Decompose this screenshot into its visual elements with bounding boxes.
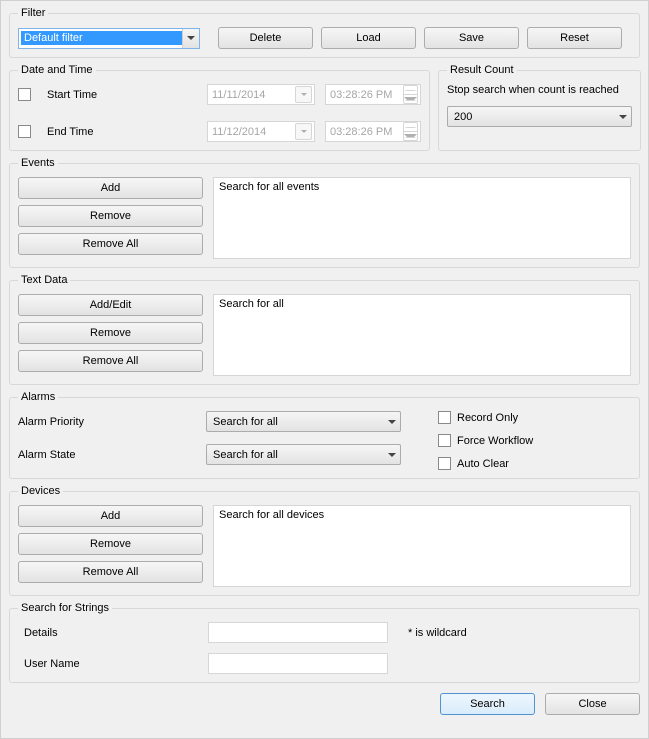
record-only-checkbox[interactable] — [438, 411, 451, 424]
end-time-field: 03:28:26 PM — [325, 121, 421, 142]
alarm-priority-value: Search for all — [213, 416, 278, 428]
record-only-label: Record Only — [457, 412, 518, 424]
datetime-group: Date and Time Start Time 11/11/2014 03:2… — [9, 64, 430, 151]
events-list[interactable]: Search for all events — [213, 177, 631, 259]
start-date-value: 11/11/2014 — [212, 89, 265, 101]
auto-clear-checkbox[interactable] — [438, 457, 451, 470]
footer: Search Close — [9, 689, 640, 715]
end-date-field: 11/12/2014 — [207, 121, 315, 142]
textdata-add-edit-button[interactable]: Add/Edit — [18, 294, 203, 316]
alarm-state-label: Alarm State — [18, 449, 206, 461]
chevron-down-icon — [619, 115, 627, 119]
events-remove-button[interactable]: Remove — [18, 205, 203, 227]
spinner-icon — [403, 85, 418, 104]
auto-clear-label: Auto Clear — [457, 458, 509, 470]
alarm-state-value: Search for all — [213, 449, 278, 461]
alarms-group: Alarms Alarm Priority Search for all Ala… — [9, 391, 640, 479]
filter-select[interactable]: Default filter — [18, 28, 200, 49]
alarms-legend: Alarms — [18, 391, 58, 403]
username-input[interactable] — [208, 653, 388, 674]
start-time-value: 03:28:26 PM — [330, 89, 392, 101]
events-remove-all-button[interactable]: Remove All — [18, 233, 203, 255]
load-button[interactable]: Load — [321, 27, 416, 49]
devices-add-button[interactable]: Add — [18, 505, 203, 527]
spinner-icon — [403, 122, 418, 141]
strings-group: Search for Strings Details * is wildcard… — [9, 602, 640, 683]
devices-list[interactable]: Search for all devices — [213, 505, 631, 587]
result-count-hint: Stop search when count is reached — [447, 84, 632, 96]
text-data-legend: Text Data — [18, 274, 70, 286]
close-button[interactable]: Close — [545, 693, 640, 715]
devices-remove-all-button[interactable]: Remove All — [18, 561, 203, 583]
save-button[interactable]: Save — [424, 27, 519, 49]
details-input[interactable] — [208, 622, 388, 643]
username-label: User Name — [18, 658, 208, 670]
reset-button[interactable]: Reset — [527, 27, 622, 49]
filter-selected-value: Default filter — [21, 31, 182, 45]
textdata-remove-button[interactable]: Remove — [18, 322, 203, 344]
wildcard-hint: * is wildcard — [408, 627, 467, 639]
alarm-priority-label: Alarm Priority — [18, 416, 206, 428]
events-add-button[interactable]: Add — [18, 177, 203, 199]
strings-legend: Search for Strings — [18, 602, 112, 614]
start-time-checkbox[interactable] — [18, 88, 31, 101]
devices-legend: Devices — [18, 485, 63, 497]
search-button[interactable]: Search — [440, 693, 535, 715]
calendar-dropdown-icon — [295, 123, 312, 140]
end-time-checkbox[interactable] — [18, 125, 31, 138]
filter-group: Filter Default filter Delete Load Save R… — [9, 7, 640, 58]
start-time-label: Start Time — [47, 89, 197, 101]
alarm-state-select[interactable]: Search for all — [206, 444, 401, 465]
chevron-down-icon — [388, 453, 396, 457]
chevron-down-icon — [388, 420, 396, 424]
calendar-dropdown-icon — [295, 86, 312, 103]
filter-legend: Filter — [18, 7, 48, 19]
text-data-group: Text Data Add/Edit Remove Remove All Sea… — [9, 274, 640, 385]
end-time-value: 03:28:26 PM — [330, 126, 392, 138]
events-legend: Events — [18, 157, 58, 169]
force-workflow-checkbox[interactable] — [438, 434, 451, 447]
details-label: Details — [18, 627, 208, 639]
result-count-legend: Result Count — [447, 64, 517, 76]
force-workflow-label: Force Workflow — [457, 435, 533, 447]
events-group: Events Add Remove Remove All Search for … — [9, 157, 640, 268]
result-count-value: 200 — [454, 111, 472, 123]
devices-remove-button[interactable]: Remove — [18, 533, 203, 555]
alarm-priority-select[interactable]: Search for all — [206, 411, 401, 432]
end-time-label: End Time — [47, 126, 197, 138]
start-date-field: 11/11/2014 — [207, 84, 315, 105]
text-data-list[interactable]: Search for all — [213, 294, 631, 376]
end-date-value: 11/12/2014 — [212, 126, 266, 138]
result-count-group: Result Count Stop search when count is r… — [438, 64, 641, 151]
start-time-field: 03:28:26 PM — [325, 84, 421, 105]
delete-button[interactable]: Delete — [218, 27, 313, 49]
chevron-down-icon[interactable] — [182, 29, 199, 48]
dialog-panel: Filter Default filter Delete Load Save R… — [0, 0, 649, 739]
result-count-select[interactable]: 200 — [447, 106, 632, 127]
devices-group: Devices Add Remove Remove All Search for… — [9, 485, 640, 596]
textdata-remove-all-button[interactable]: Remove All — [18, 350, 203, 372]
datetime-legend: Date and Time — [18, 64, 96, 76]
